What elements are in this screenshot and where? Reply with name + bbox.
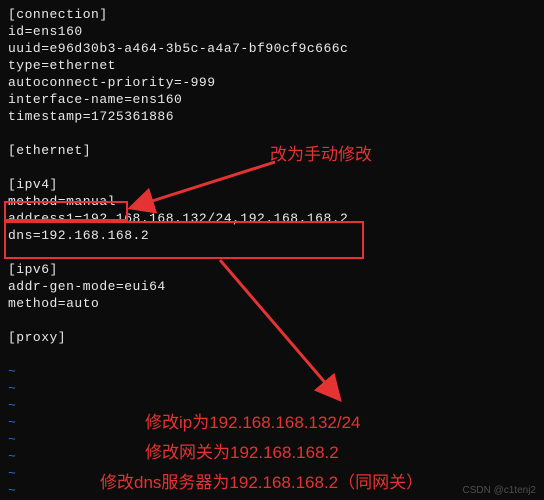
cfg-section-ethernet: [ethernet] (8, 143, 91, 158)
cfg-uuid: uuid=e96d30b3-a464-3b5c-a4a7-bf90cf9c666… (8, 41, 348, 56)
vim-tilde: ~ (8, 381, 16, 396)
cfg-address1: address1=192.168.168.132/24,192.168.168.… (8, 211, 348, 226)
vim-tilde: ~ (8, 449, 16, 464)
vim-tilde: ~ (8, 398, 16, 413)
cfg-type: type=ethernet (8, 58, 116, 73)
cfg-addr-gen-mode: addr-gen-mode=eui64 (8, 279, 166, 294)
cfg-method-ipv4: method=manual (8, 194, 116, 209)
vim-tilde: ~ (8, 483, 16, 498)
vim-tilde: ~ (8, 415, 16, 430)
vim-tilde: ~ (8, 364, 16, 379)
cfg-section-proxy: [proxy] (8, 330, 66, 345)
cfg-interface-name: interface-name=ens160 (8, 92, 182, 107)
cfg-section-connection: [connection] (8, 7, 108, 22)
cfg-method-ipv6: method=auto (8, 296, 99, 311)
cfg-id: id=ens160 (8, 24, 83, 39)
cfg-timestamp: timestamp=1725361886 (8, 109, 174, 124)
terminal-editor[interactable]: [connection] id=ens160 uuid=e96d30b3-a46… (0, 0, 544, 500)
cfg-section-ipv4: [ipv4] (8, 177, 58, 192)
vim-tilde: ~ (8, 466, 16, 481)
cfg-section-ipv6: [ipv6] (8, 262, 58, 277)
cfg-dns: dns=192.168.168.2 (8, 228, 149, 243)
vim-tilde: ~ (8, 432, 16, 447)
cfg-autoconnect-priority: autoconnect-priority=-999 (8, 75, 216, 90)
